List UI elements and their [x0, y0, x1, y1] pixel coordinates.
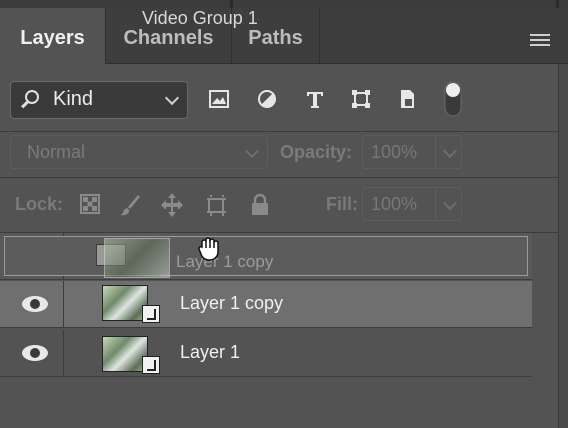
tab-layers[interactable]: Layers	[0, 8, 106, 64]
lock-all-icon[interactable]	[248, 192, 272, 218]
kind-label: Kind	[53, 88, 94, 110]
adjustment-filter-icon[interactable]	[256, 88, 278, 110]
lock-label: Lock:	[15, 194, 64, 214]
lock-position-icon[interactable]	[160, 192, 184, 218]
eye-icon[interactable]	[22, 296, 48, 312]
strip-divider	[556, 0, 559, 8]
lock-transparent-pixels-icon[interactable]	[78, 192, 102, 218]
smart-object-badge-icon	[142, 305, 160, 323]
panel-tab-bar: Layers Channels Paths	[0, 8, 568, 64]
type-filter-icon[interactable]	[304, 88, 326, 110]
smart-object-badge-icon	[142, 356, 160, 374]
chevron-down-icon[interactable]	[442, 143, 458, 159]
fill-label: Fill:	[326, 194, 358, 214]
search-icon	[25, 90, 39, 104]
panel-menu-icon[interactable]	[530, 34, 550, 48]
eye-icon[interactable]	[22, 345, 48, 361]
divider	[435, 136, 436, 168]
lock-image-pixels-icon[interactable]	[118, 192, 142, 218]
blend-mode-value: Normal	[27, 142, 86, 162]
layer-row[interactable]: Layer 1 copy	[0, 281, 532, 328]
layer-row[interactable]: Layer 1	[0, 330, 532, 377]
divider	[435, 188, 436, 220]
chevron-down-icon	[164, 90, 180, 106]
fill-value: 100%	[371, 194, 418, 214]
chevron-down-icon	[244, 143, 260, 159]
lock-artboard-icon[interactable]	[204, 192, 228, 218]
visibility-column	[0, 330, 64, 377]
blend-mode-select[interactable]: Normal	[10, 135, 268, 169]
layer-name: Layer 1 copy	[180, 293, 284, 313]
filter-toggle-icon[interactable]	[442, 80, 464, 118]
group-name: Video Group 1	[142, 8, 258, 28]
visibility-column	[0, 281, 64, 328]
drag-ghost-thumbnail	[104, 238, 170, 278]
layer-name: Layer 1	[180, 342, 241, 362]
shape-filter-icon[interactable]	[350, 88, 372, 110]
opacity-label: Opacity:	[280, 142, 353, 162]
chevron-down-icon[interactable]	[442, 195, 458, 211]
opacity-value: 100%	[371, 142, 418, 162]
image-filter-icon[interactable]	[208, 88, 230, 110]
top-strip	[0, 0, 568, 8]
opacity-field[interactable]: 100%	[362, 135, 462, 169]
smart-object-filter-icon[interactable]	[396, 88, 418, 110]
fill-field[interactable]: 100%	[362, 187, 462, 221]
drag-ghost-label: Layer 1 copy	[176, 252, 274, 271]
kind-filter-select[interactable]: Kind	[10, 81, 188, 119]
grab-hand-cursor-icon	[198, 237, 219, 261]
panel-scrollbar[interactable]	[558, 64, 568, 428]
strip-divider	[230, 0, 233, 8]
